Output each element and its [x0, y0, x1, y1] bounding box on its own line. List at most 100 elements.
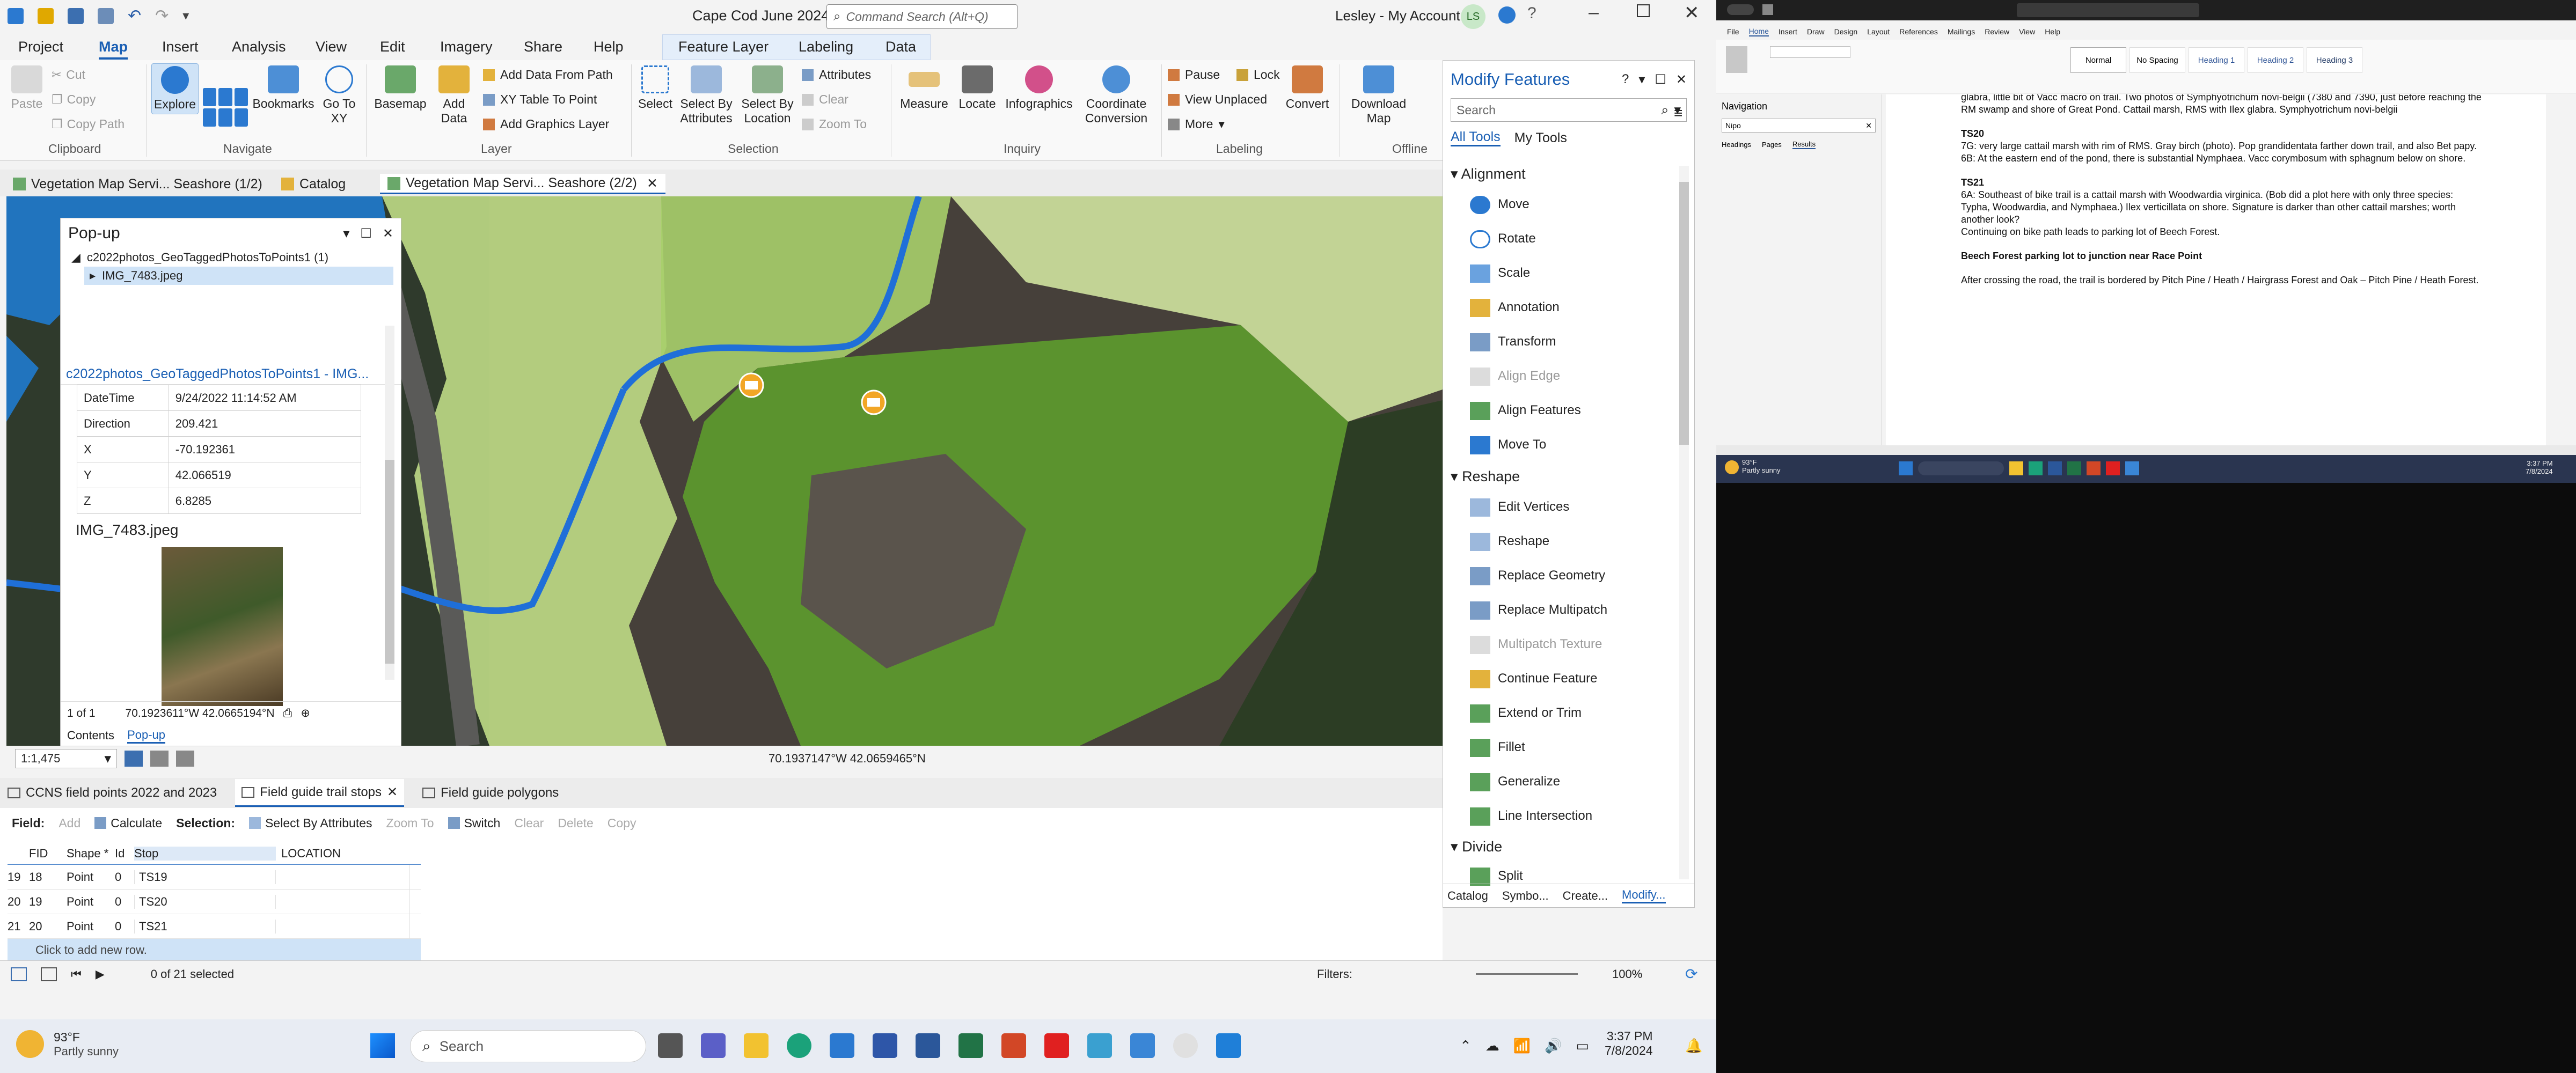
bookmarks-button[interactable]: Bookmarks — [251, 65, 316, 111]
popup-scrollbar[interactable] — [385, 326, 394, 680]
minimize-icon[interactable]: – — [1589, 2, 1599, 23]
battery-icon[interactable]: ▭ — [1576, 1038, 1590, 1054]
zoom-to-icon[interactable]: ⊕ — [301, 707, 310, 720]
clock-date[interactable]: 7/8/2024 — [1605, 1043, 1653, 1058]
acrobat-icon[interactable] — [1044, 1033, 1069, 1058]
select-by-location-button[interactable]: Select By Location — [738, 65, 796, 126]
first-page-icon[interactable]: ⏮ — [71, 967, 82, 981]
help-icon[interactable]: ? — [1527, 4, 1536, 23]
clock-date[interactable]: 7/8/2024 — [2526, 467, 2553, 475]
close-icon[interactable]: ✕ — [383, 226, 393, 241]
weather-icon[interactable] — [16, 1030, 44, 1058]
save-icon[interactable] — [1762, 4, 1773, 15]
tab-share[interactable]: Share — [524, 39, 562, 55]
coordinate-conversion-button[interactable]: Coordinate Conversion — [1077, 65, 1156, 126]
tab-references[interactable]: References — [1899, 27, 1938, 36]
table-view-icon[interactable] — [11, 967, 27, 981]
file-explorer-icon[interactable] — [744, 1033, 769, 1058]
autosave-toggle[interactable] — [1727, 4, 1754, 15]
cell-id[interactable]: 0 — [115, 895, 134, 909]
scale-selector[interactable]: 1:1,475 ▾ — [15, 749, 117, 768]
tab-headings[interactable]: Headings — [1722, 141, 1751, 149]
maximize-icon[interactable] — [1637, 4, 1650, 17]
cell-fid[interactable]: 18 — [29, 870, 67, 884]
clear-button[interactable]: Clear — [514, 816, 544, 831]
cell-stop[interactable]: TS19 — [134, 870, 276, 884]
tab-vegetation-map-1[interactable]: Vegetation Map Servi... Seashore (1/2) — [5, 174, 270, 194]
redo-icon[interactable]: ↷ — [155, 6, 169, 25]
tool-replace-multipatch[interactable]: Replace Multipatch — [1470, 601, 1607, 620]
tab-results[interactable]: Results — [1792, 140, 1816, 149]
taskbar-search[interactable]: ⌕ Search — [410, 1030, 646, 1062]
add-new-row[interactable]: Click to add new row. — [8, 939, 421, 961]
xy-table-button[interactable]: XY Table To Point — [483, 92, 597, 107]
modify-search[interactable]: Search ⌕ ▾ — [1451, 98, 1687, 122]
clock-time[interactable]: 3:37 PM — [1605, 1029, 1653, 1043]
chrome-icon[interactable] — [1173, 1033, 1198, 1058]
acrobat-icon[interactable] — [2106, 461, 2120, 475]
tab-review[interactable]: Review — [1985, 27, 2009, 36]
lock-labeling-button[interactable]: Lock — [1236, 68, 1280, 82]
copy-button[interactable]: ❐ Copy — [52, 92, 96, 107]
section-reshape[interactable]: ▾ Reshape — [1451, 468, 1520, 485]
cell-id[interactable]: 0 — [115, 870, 134, 884]
column-header-id[interactable]: Id — [115, 847, 134, 861]
switch-button[interactable]: Switch — [448, 816, 500, 831]
word-document-page[interactable]: glabra, little bit of Vacc macro on trai… — [1886, 94, 2546, 445]
tab-design[interactable]: Design — [1834, 27, 1858, 36]
tab-help[interactable]: Help — [594, 39, 624, 55]
account-name[interactable]: Lesley - My Account — [1335, 8, 1460, 24]
tab-symbology[interactable]: Symbo... — [1502, 889, 1549, 903]
wifi-icon[interactable]: 📶 — [1513, 1038, 1531, 1054]
tab-analysis[interactable]: Analysis — [232, 39, 286, 55]
tab-all-tools[interactable]: All Tools — [1451, 129, 1501, 146]
tab-catalog[interactable]: Catalog — [1447, 889, 1488, 903]
section-divide[interactable]: ▾ Divide — [1451, 839, 1502, 855]
select-by-attributes-button[interactable]: Select By Attributes — [249, 816, 372, 831]
tool-generalize[interactable]: Generalize — [1470, 773, 1560, 791]
close-icon[interactable]: ✕ — [647, 175, 658, 192]
tab-ccns-field-points[interactable]: CCNS field points 2022 and 2023 — [8, 785, 217, 800]
notification-icon[interactable] — [1498, 6, 1516, 24]
tab-my-tools[interactable]: My Tools — [1514, 130, 1567, 146]
tab-insert[interactable]: Insert — [162, 39, 199, 55]
select-button[interactable]: Select — [636, 65, 674, 111]
column-header-stop[interactable]: Stop — [134, 847, 276, 861]
select-by-attributes-button[interactable]: Select By Attributes — [677, 65, 735, 126]
tab-layout[interactable]: Layout — [1867, 27, 1890, 36]
onedrive-icon[interactable]: ☁ — [1485, 1038, 1499, 1054]
copy-path-button[interactable]: ❐ Copy Path — [52, 117, 125, 131]
cell-shape[interactable]: Point — [67, 870, 115, 884]
menu-icon[interactable]: ≡ — [1674, 105, 1682, 122]
infographics-button[interactable]: Infographics — [1001, 65, 1077, 111]
new-project-icon[interactable] — [8, 8, 24, 24]
cell-shape[interactable]: Point — [67, 895, 115, 909]
tool-annotation[interactable]: Annotation — [1470, 299, 1560, 317]
tool-move[interactable]: Move — [1470, 196, 1529, 214]
go-to-xy-button[interactable]: Go To XY — [319, 65, 360, 126]
volume-icon[interactable]: 🔊 — [1545, 1038, 1562, 1054]
explore-button[interactable]: Explore — [151, 63, 199, 114]
tab-insert[interactable]: Insert — [1779, 27, 1797, 36]
chevron-down-icon[interactable]: ▾ — [343, 226, 349, 241]
cell-id[interactable]: 0 — [115, 920, 134, 934]
field-view-icon[interactable] — [41, 967, 57, 981]
close-icon[interactable]: ✕ — [1684, 2, 1700, 24]
table-row[interactable]: 20 19 Point 0 TS20 — [8, 889, 421, 914]
convert-button[interactable]: Convert — [1283, 65, 1332, 111]
tab-pages[interactable]: Pages — [1762, 141, 1782, 149]
powerpoint-icon[interactable] — [2087, 461, 2101, 475]
tab-project[interactable]: Project — [18, 39, 63, 55]
word-search-box[interactable] — [2017, 3, 2199, 17]
arcgis-icon[interactable] — [873, 1033, 897, 1058]
copy-button[interactable]: Copy — [608, 816, 636, 831]
tab-catalog[interactable]: Catalog — [274, 174, 353, 194]
clock-time[interactable]: 3:37 PM — [2526, 459, 2552, 467]
cell-fid[interactable]: 20 — [29, 920, 67, 934]
store-icon[interactable] — [830, 1033, 854, 1058]
add-data-from-path-button[interactable]: Add Data From Path — [483, 68, 613, 82]
tool-continue-feature[interactable]: Continue Feature — [1470, 670, 1597, 688]
delete-button[interactable]: Delete — [558, 816, 593, 831]
style-heading-1[interactable]: Heading 1 — [2189, 47, 2244, 73]
weather-icon[interactable] — [1725, 460, 1739, 474]
